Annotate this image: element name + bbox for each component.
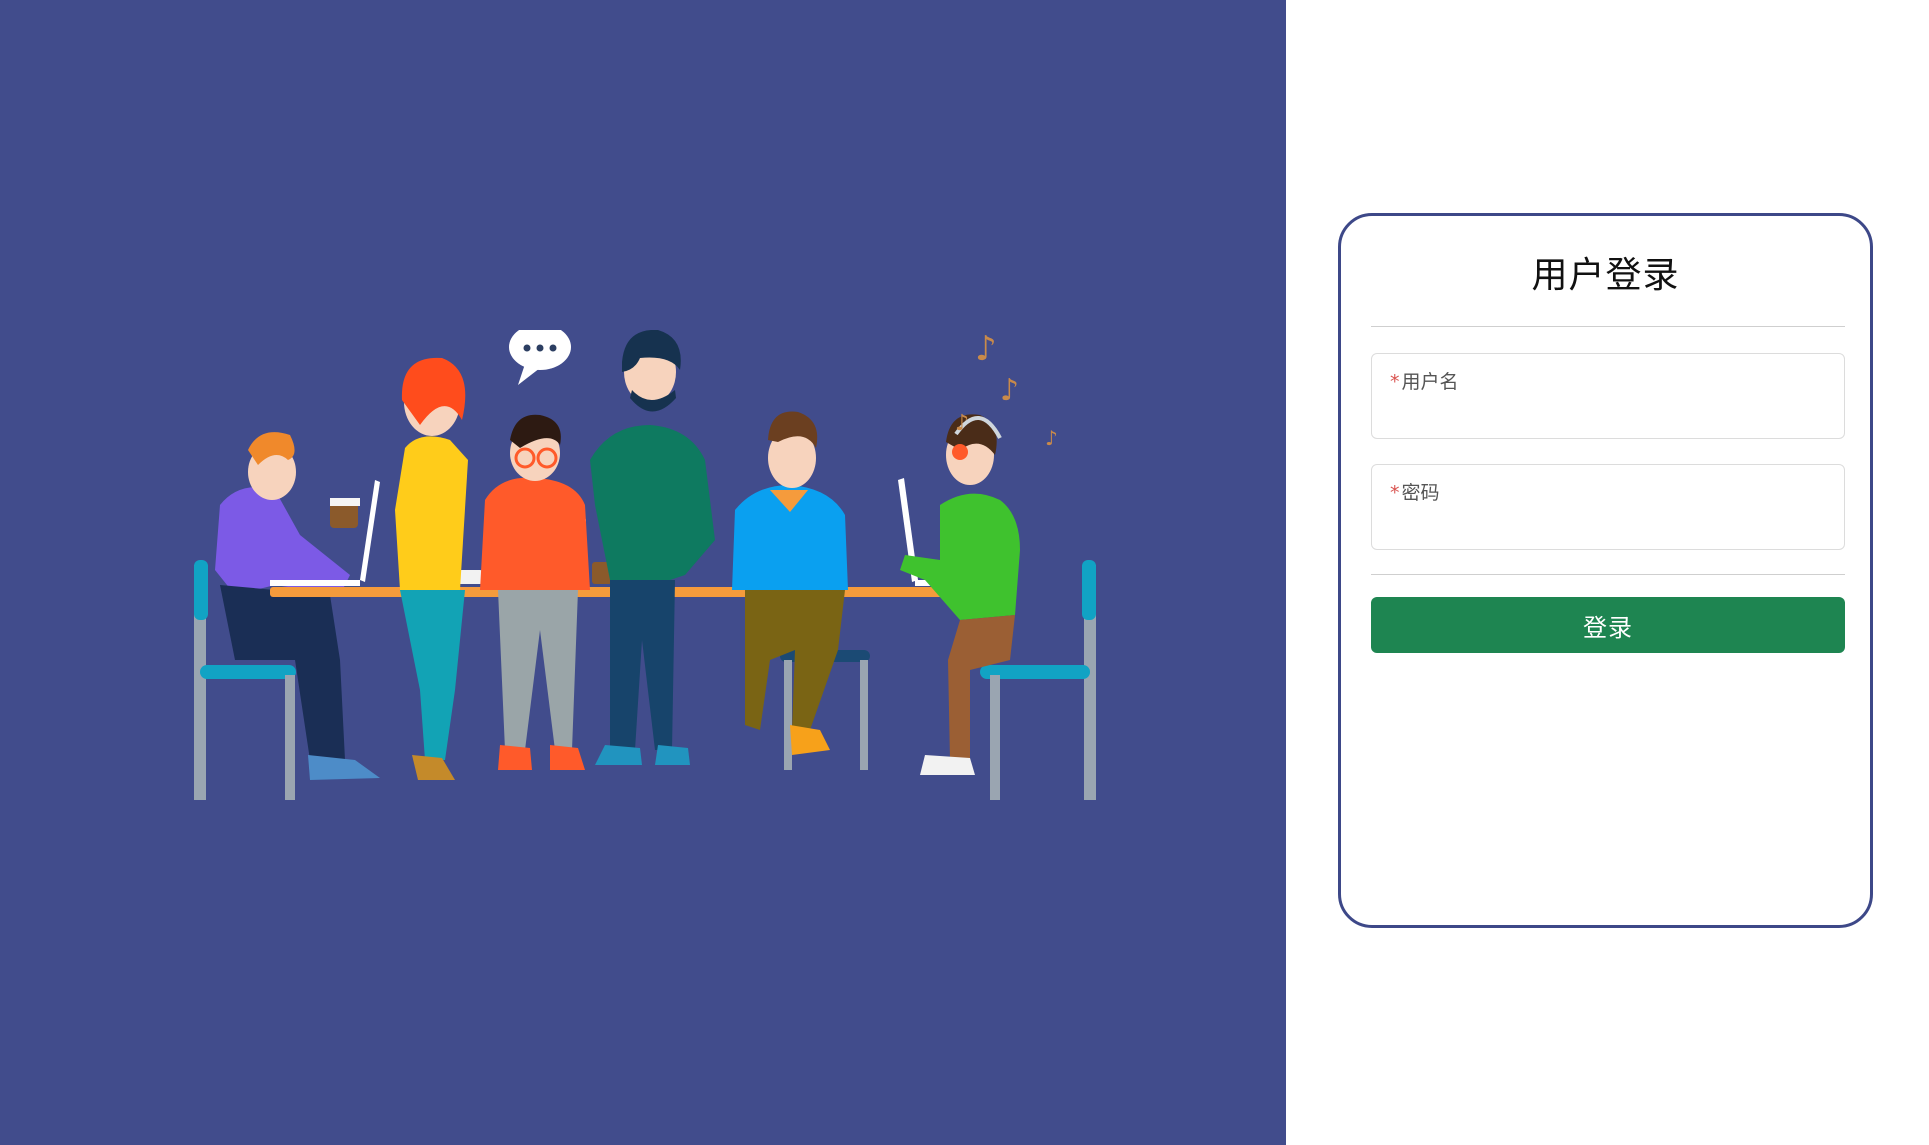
required-marker: * [1390, 482, 1400, 504]
username-label: * 用户名 [1390, 367, 1459, 394]
form-divider [1371, 574, 1845, 575]
team-working-illustration: ♪ ♪ ♪ ♪ [194, 330, 1096, 800]
title-divider [1371, 326, 1845, 327]
login-card: 用户登录 * 用户名 * 密码 登录 [1338, 213, 1873, 928]
svg-text:♪: ♪ [955, 411, 969, 436]
login-panel: 用户登录 * 用户名 * 密码 登录 [1286, 0, 1929, 1145]
person-yellow [395, 357, 468, 780]
svg-text:♪: ♪ [1045, 426, 1058, 450]
password-input[interactable] [1390, 511, 1826, 539]
person-purple [215, 432, 380, 780]
login-title: 用户登录 [1531, 255, 1680, 296]
svg-text:♪: ♪ [1000, 373, 1019, 408]
illustration-panel: ♪ ♪ ♪ ♪ [0, 0, 1286, 1145]
required-marker: * [1390, 371, 1400, 393]
login-page: ♪ ♪ ♪ ♪ 用户登录 * 用户名 * 密码 登录 [0, 0, 1929, 1145]
svg-text:♪: ♪ [975, 330, 997, 369]
username-field[interactable]: * 用户名 [1371, 353, 1845, 439]
username-label-text: 用户名 [1401, 371, 1459, 393]
person-standing [590, 330, 715, 765]
password-label: * 密码 [1390, 478, 1440, 505]
password-field[interactable]: * 密码 [1371, 464, 1845, 550]
password-label-text: 密码 [1401, 482, 1440, 504]
speech-bubble [509, 330, 571, 385]
username-input[interactable] [1390, 400, 1826, 428]
login-button[interactable]: 登录 [1371, 597, 1845, 653]
